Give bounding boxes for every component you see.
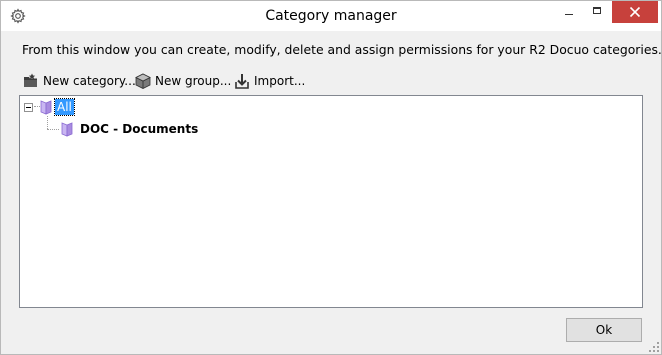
category-manager-window: Category manager From this window you ca… xyxy=(0,0,662,355)
category-tree[interactable]: All DOC - Documents xyxy=(19,95,643,308)
category-folder-icon xyxy=(40,100,52,115)
maximize-icon xyxy=(593,7,601,14)
tree-node-label[interactable]: All xyxy=(54,98,75,116)
minimize-icon xyxy=(565,14,573,15)
title-bar[interactable]: Category manager xyxy=(1,1,661,31)
new-group-button[interactable]: New group... xyxy=(135,71,231,91)
maximize-button[interactable] xyxy=(583,1,612,23)
box-icon xyxy=(135,73,151,89)
import-label: Import... xyxy=(254,74,306,88)
new-category-button[interactable]: New category... xyxy=(23,71,136,91)
import-button[interactable]: Import... xyxy=(234,71,305,91)
collapse-toggle-icon[interactable] xyxy=(24,102,33,112)
tree-node-doc-documents[interactable]: DOC - Documents xyxy=(60,120,198,138)
close-icon xyxy=(629,6,641,18)
new-group-label: New group... xyxy=(155,74,232,88)
new-folder-icon xyxy=(24,73,37,87)
close-button[interactable] xyxy=(612,1,658,23)
minimize-button[interactable] xyxy=(553,1,583,23)
import-icon xyxy=(235,74,249,89)
description-text: From this window you can create, modify,… xyxy=(22,42,662,57)
ok-button[interactable]: Ok xyxy=(566,318,642,342)
category-folder-icon xyxy=(61,122,73,137)
resize-grip-icon[interactable] xyxy=(649,342,659,352)
tree-node-label[interactable]: DOC - Documents xyxy=(80,122,198,136)
tree-node-all[interactable]: All xyxy=(24,98,75,116)
new-category-label: New category... xyxy=(43,74,136,88)
